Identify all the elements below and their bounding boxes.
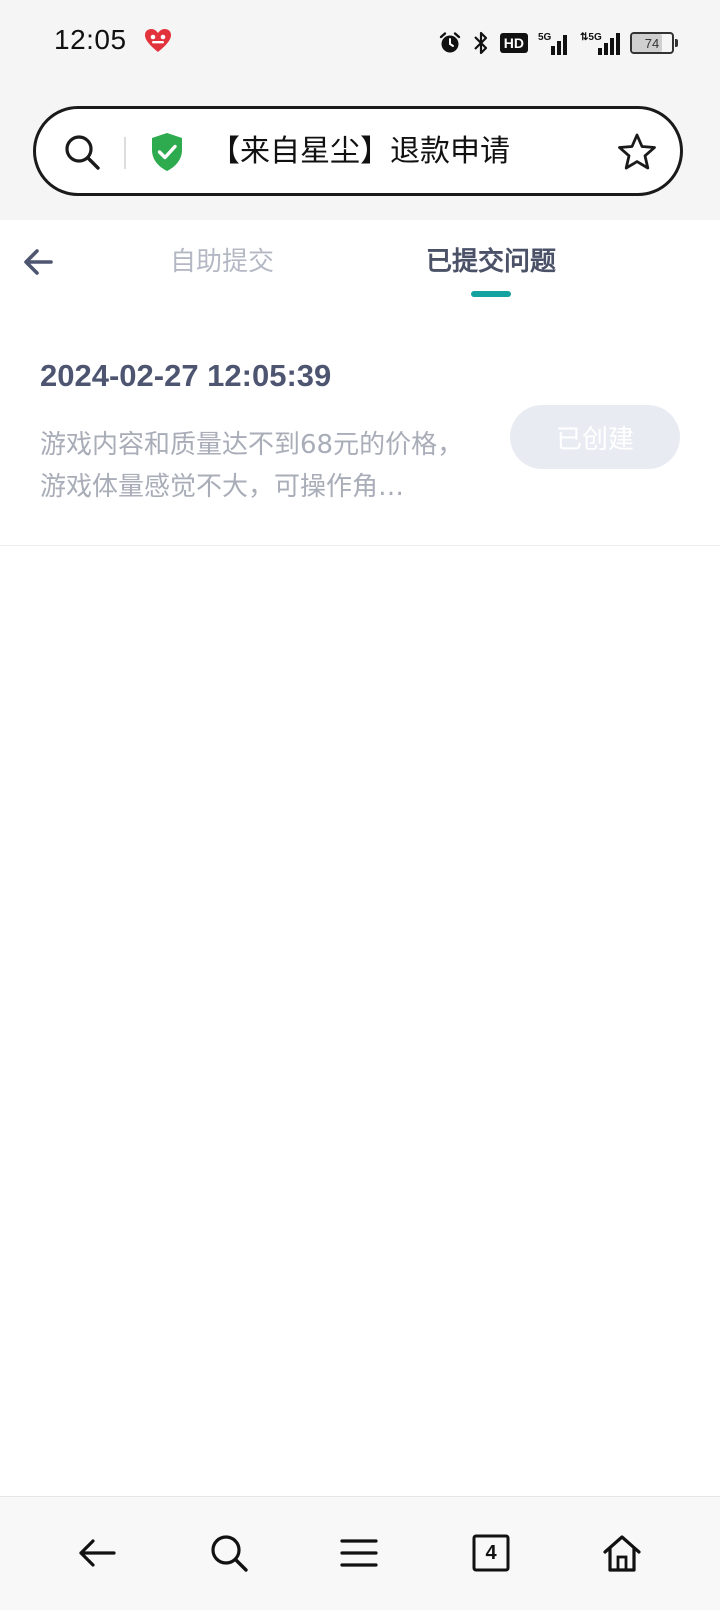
bottom-nav: 4 bbox=[0, 1496, 720, 1610]
search-icon[interactable] bbox=[62, 132, 102, 172]
battery-level: 74 bbox=[644, 35, 660, 51]
search-icon[interactable] bbox=[207, 1531, 251, 1575]
url-bar[interactable]: 【来自星尘】退款申请 bbox=[33, 106, 683, 196]
menu-icon[interactable] bbox=[337, 1531, 381, 1575]
tabs-icon[interactable]: 4 bbox=[469, 1531, 513, 1575]
ticket-time: 2024-02-27 12:05:39 bbox=[40, 358, 332, 393]
status-badge: 已创建 bbox=[510, 405, 680, 469]
status-bar: 12:05 HD 5G ⇅5G 74 bbox=[0, 0, 720, 88]
tab-active-indicator bbox=[471, 291, 511, 297]
tabs-count: 4 bbox=[485, 1541, 497, 1564]
star-icon[interactable] bbox=[616, 131, 658, 173]
url-divider bbox=[124, 137, 126, 169]
status-icons: HD 5G ⇅5G 74 bbox=[438, 28, 678, 58]
bluetooth-icon bbox=[473, 31, 487, 55]
svg-text:5G: 5G bbox=[538, 32, 552, 43]
ticket-description: 游戏内容和质量达不到68元的价格，游戏体量感觉不大，可操作角… bbox=[40, 430, 464, 502]
url-bar-area: 【来自星尘】退款申请 bbox=[0, 88, 720, 220]
alarm-icon bbox=[439, 32, 460, 53]
signal-5g-icon: 5G bbox=[538, 32, 567, 55]
back-arrow-icon[interactable] bbox=[20, 244, 56, 280]
home-icon[interactable] bbox=[600, 1531, 644, 1575]
signal-5g-data-icon: ⇅5G bbox=[580, 32, 620, 55]
tab-bar: 自助提交 已提交问题 bbox=[0, 220, 720, 307]
battery-icon: 74 bbox=[630, 32, 678, 54]
svg-text:⇅5G: ⇅5G bbox=[580, 32, 602, 43]
tab-self-submit[interactable]: 自助提交 bbox=[170, 242, 274, 282]
list-item[interactable]: 2024-02-27 12:05:39 游戏内容和质量达不到68元的价格，游戏体… bbox=[0, 306, 720, 546]
hd-voice-icon: HD bbox=[499, 33, 528, 53]
tab-submitted-issues[interactable]: 已提交问题 bbox=[426, 242, 556, 282]
status-time: 12:05 bbox=[54, 24, 127, 55]
page-title[interactable]: 【来自星尘】退款申请 bbox=[210, 131, 510, 173]
shield-check-icon[interactable] bbox=[148, 131, 186, 173]
back-icon[interactable] bbox=[75, 1531, 119, 1575]
app-badge-icon bbox=[145, 29, 171, 52]
